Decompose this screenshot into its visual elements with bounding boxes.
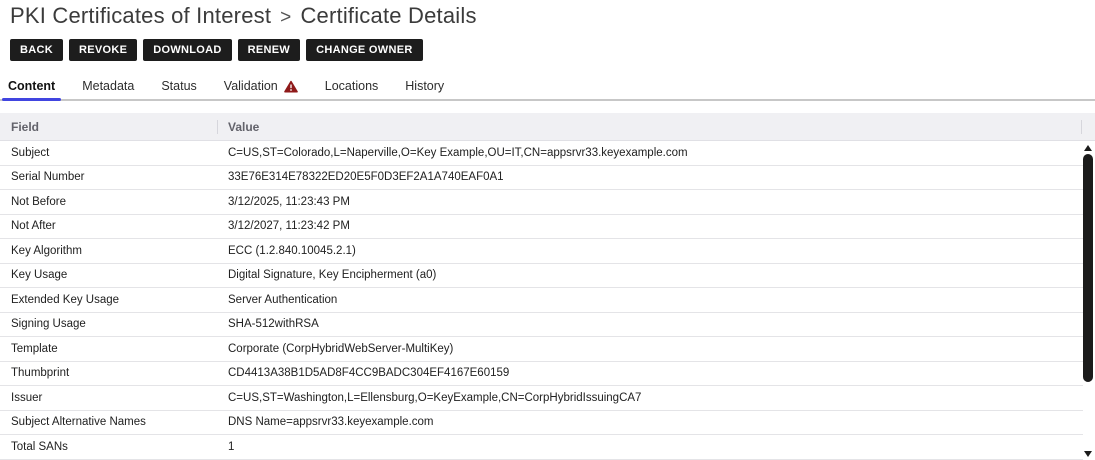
vertical-scrollbar[interactable] xyxy=(1083,141,1094,460)
value-cell: CD4413A38B1D5AD8F4CC9BADC304EF4167E60159 xyxy=(218,367,1083,379)
tab-history[interactable]: History xyxy=(399,75,450,99)
certificate-details-page: PKI Certificates of Interest > Certificate… xyxy=(0,0,1095,460)
value-cell: 1 xyxy=(218,441,1083,453)
table-row: Extended Key Usage Server Authentication xyxy=(0,288,1083,313)
table-row: Template Corporate (CorpHybridWebServer-… xyxy=(0,337,1083,362)
value-cell: C=US,ST=Washington,L=Ellensburg,O=KeyExa… xyxy=(218,392,1083,404)
table-row: Subject Alternative Names DNS Name=appsr… xyxy=(0,411,1083,436)
field-cell: Subject xyxy=(0,147,218,159)
column-header-field: Field xyxy=(0,113,218,140)
breadcrumb-separator: > xyxy=(280,7,291,28)
tab-locations-label: Locations xyxy=(325,79,379,93)
value-cell: ECC (1.2.840.10045.2.1) xyxy=(218,245,1083,257)
validation-warning-icon xyxy=(284,80,298,93)
toolbar: BACK REVOKE DOWNLOAD RENEW CHANGE OWNER xyxy=(10,39,1095,61)
value-cell: C=US,ST=Colorado,L=Naperville,O=Key Exam… xyxy=(218,147,1083,159)
scroll-up-icon[interactable] xyxy=(1084,145,1092,151)
page-title: PKI Certificates of Interest > Certificate… xyxy=(0,0,1095,31)
download-button[interactable]: DOWNLOAD xyxy=(143,39,231,61)
field-cell: Not Before xyxy=(0,196,218,208)
field-cell: Thumbprint xyxy=(0,367,218,379)
value-cell: Server Authentication xyxy=(218,294,1083,306)
value-cell: 33E76E314E78322ED20E5F0D3EF2A1A740EAF0A1 xyxy=(218,171,1083,183)
scroll-down-icon[interactable] xyxy=(1084,451,1092,457)
table-header-row: Field Value xyxy=(0,113,1095,141)
tab-metadata-label: Metadata xyxy=(82,79,134,93)
back-button[interactable]: BACK xyxy=(10,39,63,61)
field-cell: Extended Key Usage xyxy=(0,294,218,306)
tab-validation[interactable]: Validation xyxy=(218,75,304,99)
value-cell: Digital Signature, Key Encipherment (a0) xyxy=(218,269,1083,281)
value-cell: 3/12/2027, 11:23:42 PM xyxy=(218,220,1083,232)
table-row: Not After 3/12/2027, 11:23:42 PM xyxy=(0,215,1083,240)
scrollbar-thumb[interactable] xyxy=(1083,154,1093,382)
change-owner-button[interactable]: CHANGE OWNER xyxy=(306,39,423,61)
tab-bar: Content Metadata Status Validation Locat… xyxy=(0,75,1095,101)
field-cell: Key Usage xyxy=(0,269,218,281)
field-cell: Signing Usage xyxy=(0,318,218,330)
tab-locations[interactable]: Locations xyxy=(319,75,385,99)
table-row: Not Before 3/12/2025, 11:23:43 PM xyxy=(0,190,1083,215)
value-cell: 3/12/2025, 11:23:43 PM xyxy=(218,196,1083,208)
field-cell: Total SANs xyxy=(0,441,218,453)
table-row: Thumbprint CD4413A38B1D5AD8F4CC9BADC304E… xyxy=(0,362,1083,387)
tab-validation-label: Validation xyxy=(224,79,278,93)
table-body: Subject C=US,ST=Colorado,L=Naperville,O=… xyxy=(0,141,1095,460)
breadcrumb-root[interactable]: PKI Certificates of Interest xyxy=(10,3,271,28)
table-row: Key Usage Digital Signature, Key Enciphe… xyxy=(0,264,1083,289)
value-cell: Corporate (CorpHybridWebServer-MultiKey) xyxy=(218,343,1083,355)
renew-button[interactable]: RENEW xyxy=(238,39,300,61)
field-cell: Key Algorithm xyxy=(0,245,218,257)
field-cell: Template xyxy=(0,343,218,355)
certificate-details-table: Field Value Subject C=US,ST=Colorado,L=N… xyxy=(0,113,1095,460)
field-cell: Serial Number xyxy=(0,171,218,183)
table-row: Key Algorithm ECC (1.2.840.10045.2.1) xyxy=(0,239,1083,264)
field-cell: Issuer xyxy=(0,392,218,404)
table-row: Total SANs 1 xyxy=(0,435,1083,460)
table-row: Subject C=US,ST=Colorado,L=Naperville,O=… xyxy=(0,141,1083,166)
revoke-button[interactable]: REVOKE xyxy=(69,39,137,61)
tab-metadata[interactable]: Metadata xyxy=(76,75,140,99)
table-rows: Subject C=US,ST=Colorado,L=Naperville,O=… xyxy=(0,141,1083,460)
table-row: Issuer C=US,ST=Washington,L=Ellensburg,O… xyxy=(0,386,1083,411)
value-cell: SHA-512withRSA xyxy=(218,318,1083,330)
tab-content-label: Content xyxy=(8,79,55,93)
tab-status[interactable]: Status xyxy=(155,75,202,99)
table-row: Signing Usage SHA-512withRSA xyxy=(0,313,1083,338)
value-cell: DNS Name=appsrvr33.keyexample.com xyxy=(218,416,1083,428)
tab-history-label: History xyxy=(405,79,444,93)
breadcrumb-current: Certificate Details xyxy=(300,3,476,28)
column-header-value: Value xyxy=(218,120,1095,134)
table-row: Serial Number 33E76E314E78322ED20E5F0D3E… xyxy=(0,166,1083,191)
field-cell: Subject Alternative Names xyxy=(0,416,218,428)
field-cell: Not After xyxy=(0,220,218,232)
tab-content[interactable]: Content xyxy=(2,75,61,99)
tab-status-label: Status xyxy=(161,79,196,93)
